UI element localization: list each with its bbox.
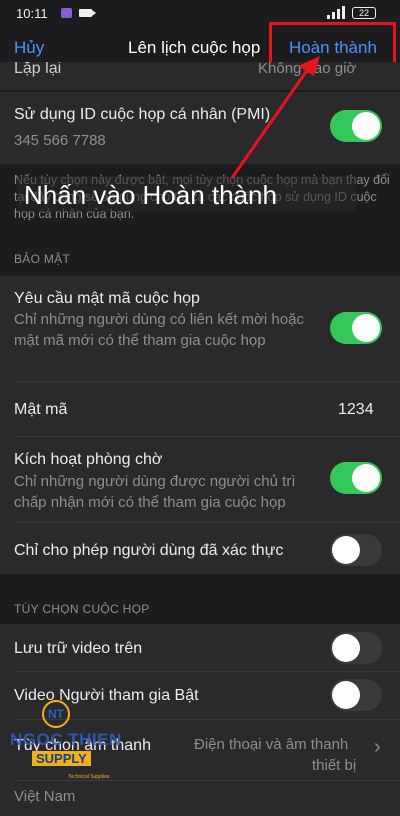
authenticated-only-title: Chỉ cho phép người dùng đã xác thực — [14, 542, 284, 559]
divider — [14, 436, 400, 437]
divider — [14, 522, 400, 523]
security-card: Yêu cầu mật mã cuộc họp Chỉ những người … — [0, 276, 400, 574]
toggle-knob — [352, 112, 380, 140]
pmi-title: Sử dụng ID cuộc họp cá nhân (PMI) — [14, 106, 271, 123]
repeat-label: Lặp lại — [14, 62, 62, 77]
toggle-knob — [332, 536, 360, 564]
video-camera-icon — [79, 9, 96, 17]
toggle-knob — [352, 314, 380, 342]
waiting-room-toggle[interactable] — [330, 462, 382, 494]
pmi-id: 345 566 7788 — [14, 132, 106, 149]
audio-option-value-line2: thiết bị — [312, 757, 357, 774]
host-video-toggle[interactable] — [330, 632, 382, 664]
pmi-card: Sử dụng ID cuộc họp cá nhân (PMI) 345 56… — [0, 92, 400, 164]
passcode-required-description: Chỉ những người dùng có liên kết mời hoặ… — [14, 311, 304, 349]
authenticated-only-toggle[interactable] — [330, 534, 382, 566]
divider — [14, 381, 400, 382]
status-time: 10:11 — [16, 6, 48, 21]
passcode-required-toggle[interactable] — [330, 312, 382, 344]
repeat-row[interactable]: Lặp lại Không bao giờ — [0, 62, 400, 90]
participant-video-toggle[interactable] — [330, 679, 382, 711]
passcode-required-title: Yêu cầu mật mã cuộc họp — [14, 290, 200, 307]
toggle-knob — [352, 464, 380, 492]
logo-tagline: Technical Supplies — [68, 774, 110, 780]
meeting-options-section-header: TÙY CHỌN CUỘC HỌP — [14, 602, 150, 616]
divider — [14, 671, 400, 672]
divider — [14, 780, 400, 781]
passcode-value[interactable]: 1234 — [338, 401, 374, 419]
host-video-title: Lưu trữ video trên — [14, 640, 143, 657]
repeat-value: Không bao giờ — [258, 62, 357, 77]
logo-emblem: NT — [42, 700, 70, 728]
security-section-header: BẢO MẬT — [14, 252, 71, 266]
logo-supply: SUPPLY — [32, 751, 91, 766]
notification-app-icon — [61, 8, 72, 18]
logo-name: NGOC THIEN — [10, 730, 122, 749]
toggle-knob — [332, 634, 360, 662]
pmi-toggle[interactable] — [330, 110, 382, 142]
passcode-label: Mật mã — [14, 401, 68, 418]
chevron-right-icon: › — [374, 736, 381, 758]
battery-icon: 22 — [352, 7, 376, 19]
watermark-logo: NT NGOC THIEN SUPPLY Technical Supplies — [10, 700, 121, 780]
waiting-room-title: Kích hoạt phòng chờ — [14, 451, 163, 468]
audio-option-value-line1: Điện thoại và âm thanh — [194, 736, 349, 753]
country-label: Việt Nam — [14, 788, 76, 805]
instruction-annotation: Nhấn vào Hoàn thành — [24, 180, 277, 210]
waiting-room-description: Chỉ những người dùng được người chủ trì … — [14, 473, 296, 511]
signal-icon — [327, 6, 345, 19]
cancel-button[interactable]: Hủy — [14, 38, 44, 58]
toggle-knob — [332, 681, 360, 709]
page-title: Lên lịch cuộc họp — [128, 38, 261, 57]
